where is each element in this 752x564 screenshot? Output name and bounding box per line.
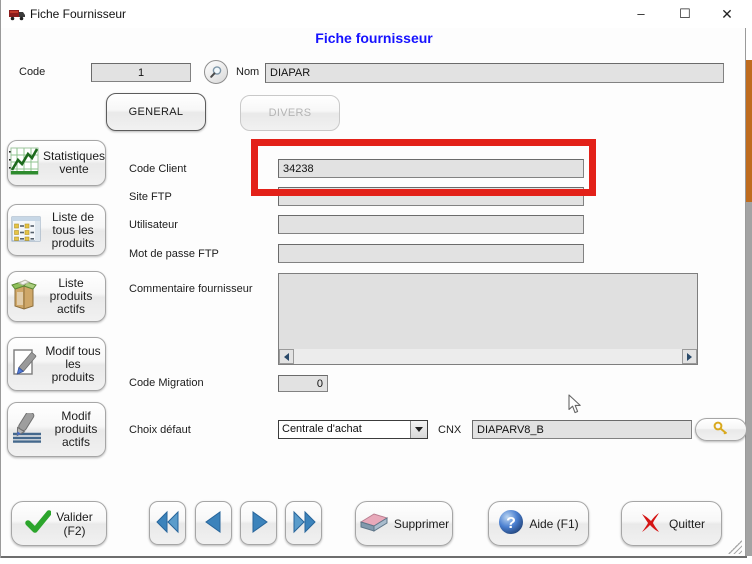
- sidebar-item-label: Liste de tous les produits: [44, 211, 102, 250]
- cnx-input[interactable]: [472, 420, 692, 439]
- next-record-icon: [247, 510, 271, 537]
- sidebar-item-label: Statistiques vente: [43, 150, 105, 176]
- resize-grip[interactable]: [728, 540, 742, 554]
- utilisateur-label: Utilisateur: [129, 219, 178, 231]
- nav-previous-button[interactable]: [195, 501, 232, 545]
- sidebar-item-liste-tous-produits[interactable]: Liste de tous les produits: [7, 204, 106, 256]
- supprimer-label: Supprimer: [394, 517, 449, 531]
- package-icon: [11, 279, 37, 314]
- first-record-icon: [155, 510, 181, 537]
- supplier-form-window: Fiche Fournisseur – ☐ ✕ Fiche fournisseu…: [0, 0, 746, 558]
- help-icon: ?: [498, 509, 524, 538]
- sales-chart-icon: [8, 147, 40, 180]
- close-button[interactable]: ✕: [707, 0, 747, 28]
- code-client-label: Code Client: [129, 163, 186, 175]
- site-ftp-label: Site FTP: [129, 191, 172, 203]
- supprimer-button[interactable]: Supprimer: [355, 501, 453, 546]
- pencil-lines-icon: [11, 413, 47, 446]
- mot-de-passe-ftp-label: Mot de passe FTP: [129, 248, 219, 260]
- check-icon: [25, 510, 51, 537]
- edit-document-icon: [11, 348, 41, 381]
- code-label: Code: [19, 66, 45, 78]
- nav-first-button[interactable]: [149, 501, 186, 545]
- page-title: Fiche fournisseur: [1, 30, 747, 46]
- choix-defaut-value: Centrale d'achat: [279, 421, 410, 438]
- code-migration-label: Code Migration: [129, 377, 204, 389]
- valider-label: Valider: [56, 510, 92, 524]
- last-record-icon: [291, 510, 317, 537]
- truck-icon: [9, 7, 26, 26]
- tab-general[interactable]: GENERAL: [106, 93, 206, 131]
- maximize-button[interactable]: ☐: [665, 0, 705, 28]
- choix-defaut-label: Choix défaut: [129, 424, 191, 436]
- sidebar-item-label: Modif produits actifs: [50, 410, 102, 449]
- code-migration-input[interactable]: [278, 375, 328, 392]
- scroll-left-icon[interactable]: [279, 349, 294, 364]
- previous-record-icon: [202, 510, 226, 537]
- nav-next-button[interactable]: [240, 501, 277, 545]
- edge-accent-gray: [746, 202, 752, 556]
- close-x-icon: [638, 509, 664, 538]
- cnx-key-button[interactable]: [695, 418, 747, 441]
- nav-last-button[interactable]: [285, 501, 322, 545]
- sidebar-item-label: Modif tous les produits: [44, 345, 102, 384]
- cnx-label: CNX: [438, 424, 461, 436]
- window-bottom-border: [1, 556, 747, 558]
- aide-label: Aide (F1): [529, 517, 578, 531]
- commentaire-fournisseur-label: Commentaire fournisseur: [129, 283, 253, 295]
- chevron-down-icon[interactable]: [410, 421, 427, 438]
- horizontal-scrollbar[interactable]: [279, 349, 697, 364]
- title-bar: Fiche Fournisseur – ☐ ✕: [1, 0, 747, 28]
- key-icon: [713, 421, 729, 438]
- edge-accent-orange: [746, 60, 752, 202]
- valider-key: (F2): [64, 524, 86, 538]
- nom-label: Nom: [236, 66, 259, 78]
- eraser-icon: [359, 510, 389, 537]
- search-icon[interactable]: [204, 60, 228, 84]
- sidebar-item-modif-produits-actifs[interactable]: Modif produits actifs: [7, 402, 106, 457]
- choix-defaut-select[interactable]: Centrale d'achat: [278, 420, 428, 439]
- quitter-label: Quitter: [669, 517, 705, 531]
- window-title: Fiche Fournisseur: [30, 7, 126, 21]
- minimize-button[interactable]: –: [621, 0, 661, 28]
- code-input[interactable]: [91, 63, 191, 82]
- sidebar-item-modif-tous-produits[interactable]: Modif tous les produits: [7, 337, 106, 391]
- utilisateur-input[interactable]: [278, 215, 584, 234]
- site-ftp-input[interactable]: [278, 187, 584, 206]
- svg-text:?: ?: [506, 515, 516, 532]
- aide-button[interactable]: ? Aide (F1): [488, 501, 589, 546]
- sidebar-item-statistiques-vente[interactable]: Statistiques vente: [7, 140, 106, 186]
- product-list-icon: [11, 216, 41, 245]
- tab-divers[interactable]: DIVERS: [240, 95, 340, 131]
- valider-button[interactable]: Valider (F2): [11, 501, 107, 546]
- scroll-right-icon[interactable]: [682, 349, 697, 364]
- sidebar-item-label: Liste produits actifs: [40, 277, 102, 316]
- sidebar-item-liste-produits-actifs[interactable]: Liste produits actifs: [7, 271, 106, 322]
- mot-de-passe-ftp-input[interactable]: [278, 244, 584, 263]
- commentaire-fournisseur-textarea[interactable]: [278, 273, 698, 365]
- nom-input[interactable]: [265, 63, 724, 83]
- code-client-input[interactable]: [278, 159, 584, 178]
- quitter-button[interactable]: Quitter: [621, 501, 722, 546]
